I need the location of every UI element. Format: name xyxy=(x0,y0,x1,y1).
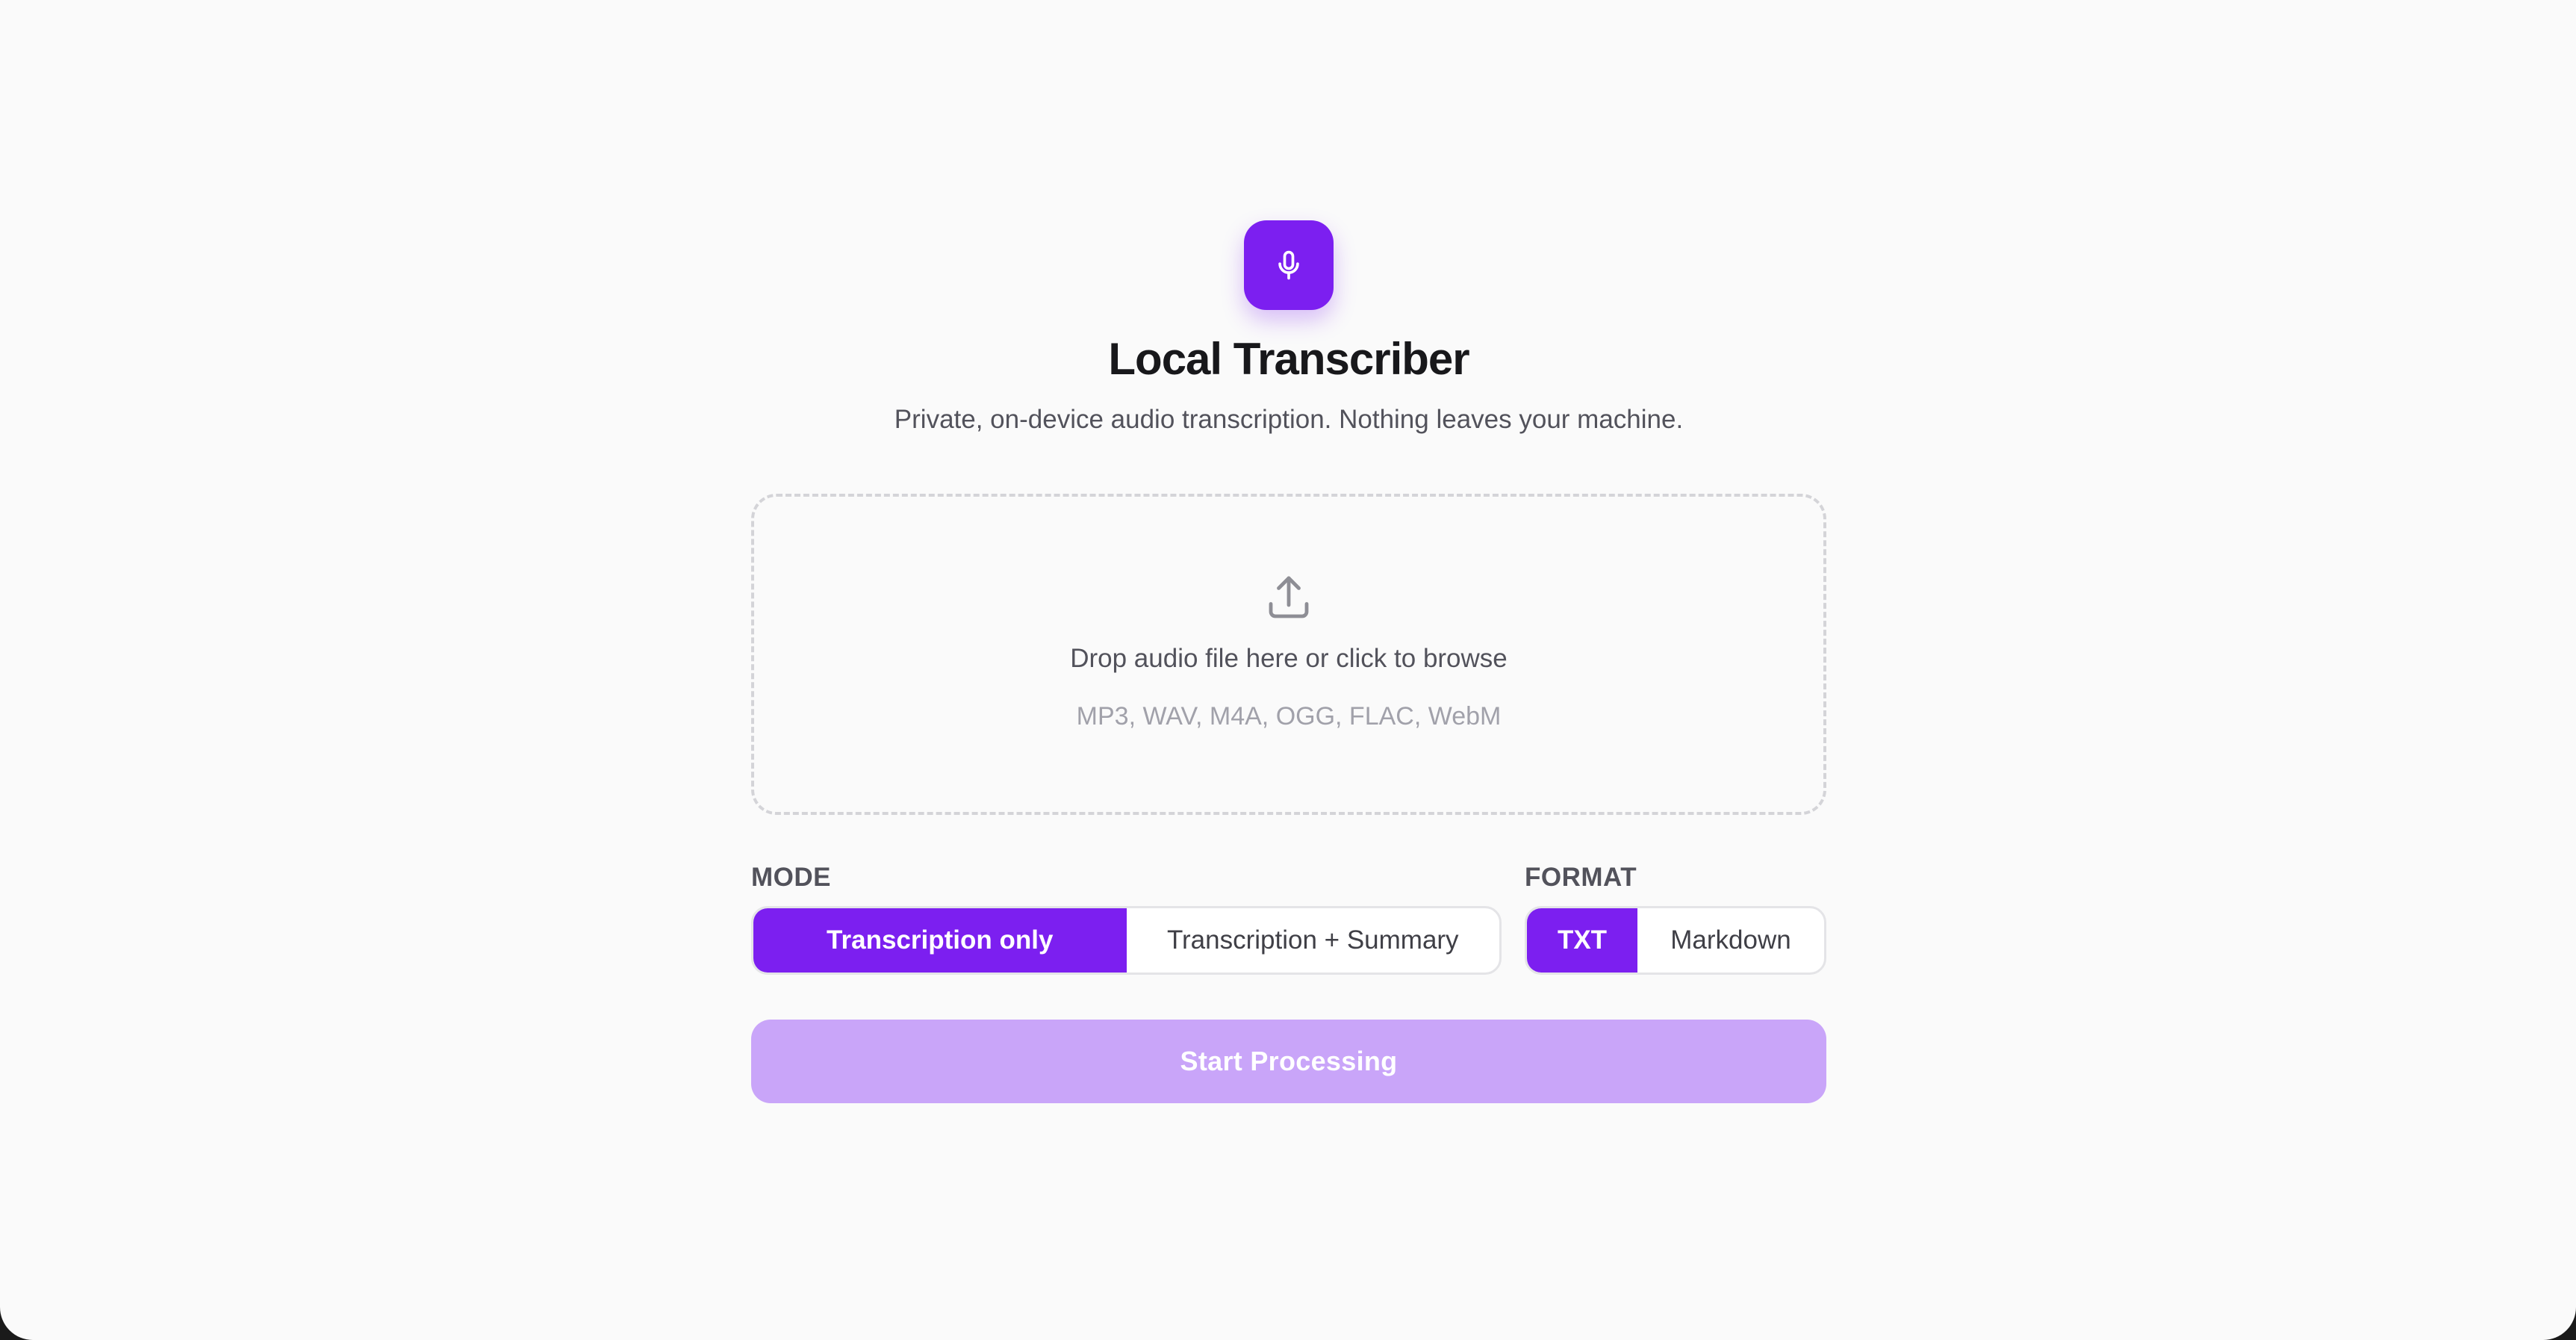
format-group: FORMAT TXT Markdown xyxy=(1525,863,1826,975)
main-panel: Local Transcriber Private, on-device aud… xyxy=(751,220,1826,1103)
mode-segmented-control: Transcription only Transcription + Summa… xyxy=(751,906,1502,975)
page-subtitle: Private, on-device audio transcription. … xyxy=(894,405,1684,434)
dropzone-primary-text: Drop audio file here or click to browse xyxy=(1070,644,1508,673)
mode-option-transcription-summary[interactable]: Transcription + Summary xyxy=(1127,908,1500,973)
app-window: Local Transcriber Private, on-device aud… xyxy=(0,0,2576,1340)
format-option-txt[interactable]: TXT xyxy=(1527,908,1637,973)
audio-dropzone[interactable]: Drop audio file here or click to browse … xyxy=(751,494,1826,815)
logo-wrap xyxy=(751,220,1826,310)
app-logo xyxy=(1244,220,1334,310)
start-processing-button[interactable]: Start Processing xyxy=(751,1020,1826,1103)
options-row: MODE Transcription only Transcription + … xyxy=(751,863,1826,975)
mode-group: MODE Transcription only Transcription + … xyxy=(751,863,1502,975)
upload-icon xyxy=(1269,576,1309,618)
format-label: FORMAT xyxy=(1525,863,1637,892)
page-title: Local Transcriber xyxy=(1108,334,1469,384)
format-option-markdown[interactable]: Markdown xyxy=(1637,908,1824,973)
mode-label: MODE xyxy=(751,863,831,892)
dropzone-formats-text: MP3, WAV, M4A, OGG, FLAC, WebM xyxy=(1076,702,1502,731)
format-segmented-control: TXT Markdown xyxy=(1525,906,1826,975)
microphone-icon xyxy=(1278,250,1299,280)
mode-option-transcription-only[interactable]: Transcription only xyxy=(753,908,1127,973)
